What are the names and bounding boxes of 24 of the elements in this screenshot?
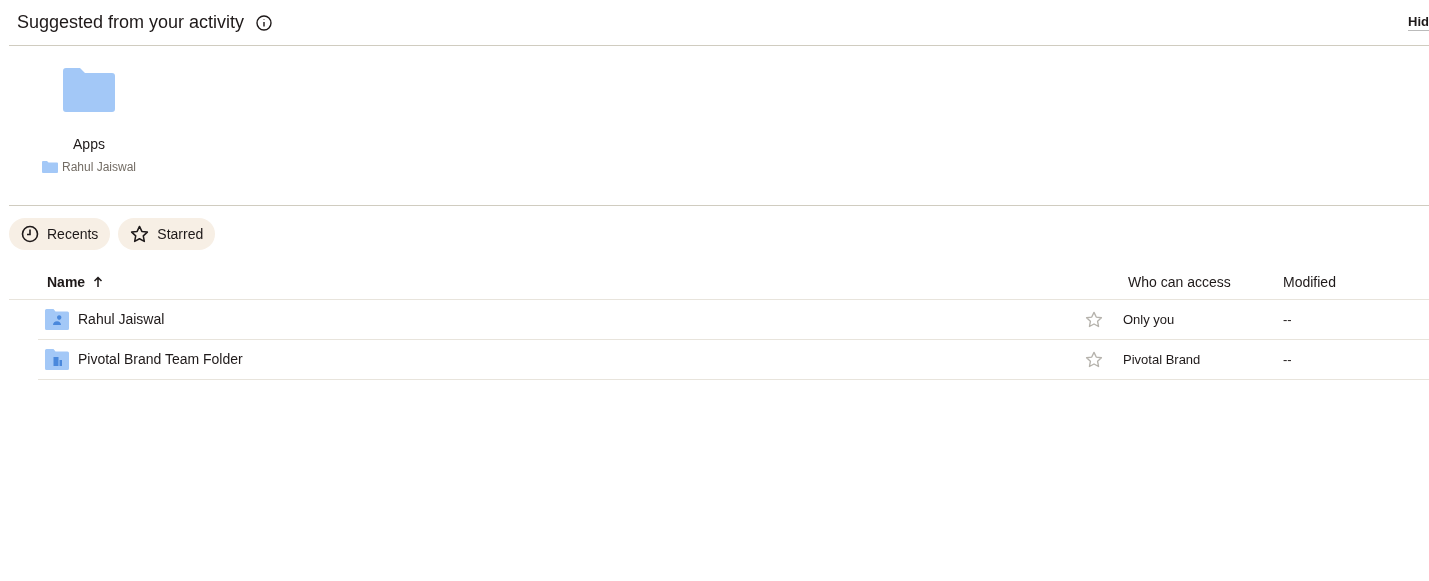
- folder-name[interactable]: Apps: [73, 134, 105, 155]
- person-folder-icon: [45, 309, 69, 330]
- access-cell-text: Only you: [1123, 310, 1176, 329]
- clock-icon: [21, 225, 39, 243]
- hide-link[interactable]: Hid: [1408, 14, 1429, 31]
- star-icon: [130, 225, 150, 243]
- sort-arrow-icon[interactable]: [93, 276, 104, 288]
- modified-cell-text: --: [1283, 350, 1293, 369]
- column-header[interactable]: Who can access: [1123, 271, 1283, 293]
- column-header[interactable]: Name: [47, 271, 86, 293]
- folder-name[interactable]: Pivotal Brand Team Folder: [78, 349, 243, 370]
- modified-cell-text: --: [1283, 310, 1293, 329]
- filter-chip[interactable]: Starred: [118, 218, 216, 250]
- info-icon: [256, 14, 273, 31]
- star-icon[interactable]: [1085, 311, 1103, 328]
- star-icon[interactable]: [1085, 351, 1103, 368]
- folder-location: Rahul Jaiswal: [61, 159, 136, 176]
- folder-icon: [41, 161, 58, 173]
- filter-chip[interactable]: Recents: [9, 218, 111, 250]
- section-title: Suggested from your activity: [17, 11, 245, 34]
- folder-name[interactable]: Rahul Jaiswal: [78, 309, 165, 330]
- column-header[interactable]: Modified: [1283, 271, 1429, 293]
- access-cell-text: Pivotal Brand: [1123, 350, 1202, 369]
- team-folder-icon: [45, 349, 69, 370]
